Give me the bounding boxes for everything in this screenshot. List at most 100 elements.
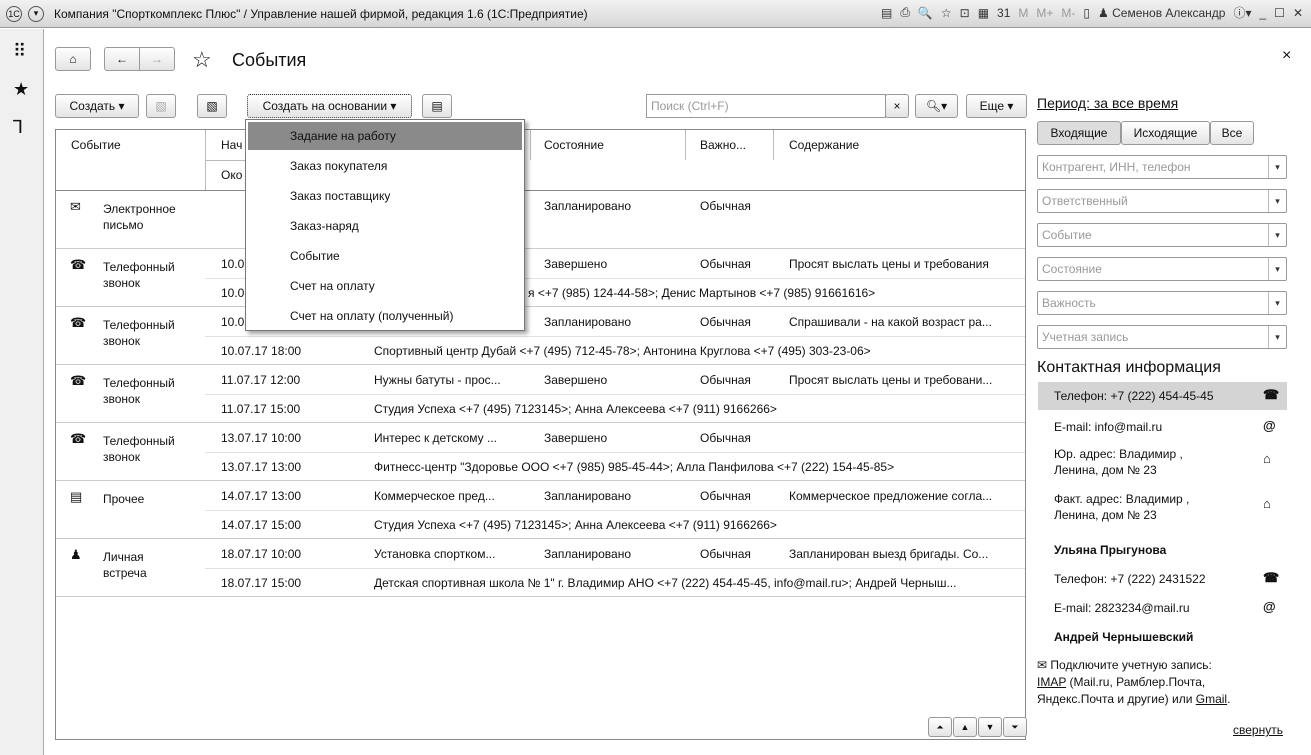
house-icon[interactable]: ⌂ [1263, 451, 1271, 466]
period-link[interactable]: Период: за все время [1037, 95, 1178, 111]
filter-field[interactable]: Ответственный ▾ [1037, 189, 1287, 213]
contact-item[interactable]: Факт. адрес: Владимир , Ленина, дом № 23 [1054, 491, 1189, 523]
calculator-icon[interactable]: ▦ [978, 6, 989, 20]
dropdown-arrow-icon[interactable]: ▾ [1268, 258, 1286, 280]
favorite-star-icon[interactable]: ☆ [192, 47, 212, 73]
contact-item[interactable]: Юр. адрес: Владимир , Ленина, дом № 23 [1054, 446, 1183, 478]
contact-person-name[interactable]: Ульяна Прыгунова [1054, 542, 1166, 558]
table-row[interactable]: ☎ Телефонный звонок 10.0 Запланировано Обычн… [56, 307, 1025, 365]
dropdown-arrow-icon[interactable]: ▾ [1268, 156, 1286, 178]
mem-mminus[interactable]: M- [1061, 6, 1075, 20]
dropdown-arrow-icon[interactable]: ▾ [1268, 224, 1286, 246]
collapse-link[interactable]: свернуть [1233, 723, 1283, 737]
table-row[interactable]: ▤ Прочее 14.07.17 13:00 Коммерческое пред..… [56, 481, 1025, 539]
copy-button[interactable]: ▧ [146, 94, 176, 118]
maximize-icon[interactable]: ☐ [1274, 6, 1285, 20]
time-doc-button[interactable]: ▧ [197, 94, 227, 118]
panel-icon[interactable]: ▯ [1083, 6, 1090, 20]
contact-item[interactable]: E-mail: 2823234@mail.ru [1054, 600, 1190, 616]
search-placeholder: Поиск (Ctrl+F) [651, 99, 729, 113]
scroll-down-button[interactable]: ▼ [978, 717, 1002, 737]
contact-item[interactable]: Телефон: +7 (222) 2431522 [1054, 571, 1206, 587]
end-date: 13.07.17 13:00 [221, 460, 302, 474]
filter-field[interactable]: Учетная запись ▾ [1037, 325, 1287, 349]
more-button[interactable]: Еще ▾ [966, 94, 1027, 118]
start-date: 10.0 [221, 257, 245, 271]
header-importance[interactable]: Важно... [700, 138, 746, 152]
search-input[interactable]: Поиск (Ctrl+F) [646, 94, 886, 118]
dropdown-arrow-icon[interactable]: ▾ [1268, 190, 1286, 212]
dropdown-arrow-icon[interactable]: ▾ [1268, 292, 1286, 314]
forward-button[interactable]: → [139, 47, 175, 71]
search-clear-button[interactable]: × [885, 94, 909, 118]
menu-item[interactable]: Заказ-наряд [248, 212, 522, 240]
header-state[interactable]: Состояние [544, 138, 604, 152]
email-icon[interactable]: @ [1263, 599, 1276, 614]
menu-item[interactable]: Счет на оплату [248, 272, 522, 300]
contact-person-name[interactable]: Андрей Чернышевский [1054, 629, 1193, 645]
table-row[interactable]: ☎ Телефонный звонок 10.0 Завершено Обычная Пр… [56, 249, 1025, 307]
create-based-on-menu: Задание на работу Заказ покупателя Заказ п… [245, 119, 525, 331]
apps-grid-icon[interactable]: ⠿ [13, 41, 26, 62]
header-event[interactable]: Событие [71, 138, 121, 152]
preview-icon[interactable]: 🔍 [918, 6, 933, 20]
imap-link[interactable]: IMAP [1037, 675, 1066, 689]
1c-logo-icon[interactable]: 1С [6, 5, 22, 22]
mem-mplus[interactable]: M+ [1036, 6, 1053, 20]
tab-outgoing[interactable]: Исходящие [1121, 121, 1210, 145]
menu-item[interactable]: Заказ поставщику [248, 182, 522, 210]
close-window-icon[interactable]: ✕ [1293, 6, 1303, 20]
tab-all[interactable]: Все [1210, 121, 1254, 145]
back-button[interactable]: ← [104, 47, 140, 71]
filter-field[interactable]: Событие ▾ [1037, 223, 1287, 247]
table-row[interactable]: ✉ Электронное письмо Запланировано Обычная [56, 191, 1025, 249]
minimize-icon[interactable]: _ [1259, 6, 1266, 20]
calendar-icon[interactable]: 31 [997, 6, 1010, 20]
user-name[interactable]: ♟ Семенов Александр [1098, 6, 1225, 20]
menu-dropdown-icon[interactable]: ▾ [28, 5, 44, 22]
table-row[interactable]: ♟ Личная встреча 18.07.17 10:00 Установка с… [56, 539, 1025, 597]
contact-item[interactable]: E-mail: info@mail.ru [1054, 419, 1162, 435]
print-icon[interactable]: ⎙ [900, 5, 910, 20]
menu-item[interactable]: Заказ покупателя [248, 152, 522, 180]
create-based-on-button[interactable]: Создать на основании ▾ [247, 94, 412, 118]
favorites-icon[interactable]: ☆ [941, 6, 952, 20]
filter-field[interactable]: Состояние ▾ [1037, 257, 1287, 281]
filter-placeholder: Состояние [1042, 262, 1102, 276]
gmail-link[interactable]: Gmail [1196, 692, 1227, 706]
menu-item[interactable]: Событие [248, 242, 522, 270]
home-button[interactable]: ⌂ [55, 47, 91, 71]
filter-field[interactable]: Контрагент, ИНН, телефон ▾ [1037, 155, 1287, 179]
email-icon[interactable]: @ [1263, 418, 1276, 433]
bookmark-icon[interactable]: ⊡ [960, 6, 970, 20]
scroll-top-button[interactable]: ⏶ [928, 717, 952, 737]
header-end[interactable]: Око [221, 168, 242, 182]
phone-icon[interactable]: ☎ [1263, 570, 1279, 586]
menu-item[interactable]: Счет на оплату (полученный) [248, 302, 522, 330]
table-row[interactable]: ☎ Телефонный звонок 11.07.17 12:00 Нужны ба… [56, 365, 1025, 423]
history-icon[interactable]: Ꞁ [13, 117, 23, 138]
mem-m[interactable]: M [1018, 6, 1028, 20]
report-button[interactable]: ▤ [422, 94, 452, 118]
tab-incoming[interactable]: Входящие [1037, 121, 1121, 145]
header-content[interactable]: Содержание [789, 138, 859, 152]
search-button[interactable]: 🔍︎▾ [915, 94, 958, 118]
save-icon[interactable]: ▤ [881, 6, 892, 20]
scroll-up-button[interactable]: ▲ [953, 717, 977, 737]
scroll-bottom-button[interactable]: ⏷ [1003, 717, 1027, 737]
favorites-star-icon[interactable]: ★ [13, 79, 29, 100]
table-row[interactable]: ☎ Телефонный звонок 13.07.17 10:00 Интерес … [56, 423, 1025, 481]
phone-icon[interactable]: ☎ [1263, 387, 1279, 403]
house-icon[interactable]: ⌂ [1263, 496, 1271, 511]
info-icon[interactable]: ⓘ▾ [1233, 4, 1251, 21]
filter-field[interactable]: Важность ▾ [1037, 291, 1287, 315]
home-icon: ⌂ [69, 52, 77, 66]
menu-item[interactable]: Задание на работу [248, 122, 522, 150]
create-button[interactable]: Создать ▾ [55, 94, 139, 118]
close-form-button[interactable]: × [1282, 47, 1291, 65]
contact-item[interactable]: Телефон: +7 (222) 454-45-45 [1054, 388, 1214, 404]
dropdown-arrow-icon[interactable]: ▾ [1268, 326, 1286, 348]
participants: я <+7 (985) 124-44-58>; Денис Мартынов <… [528, 286, 876, 300]
header-start[interactable]: Нач [221, 138, 242, 152]
event-type: Личная встреча [103, 550, 147, 580]
